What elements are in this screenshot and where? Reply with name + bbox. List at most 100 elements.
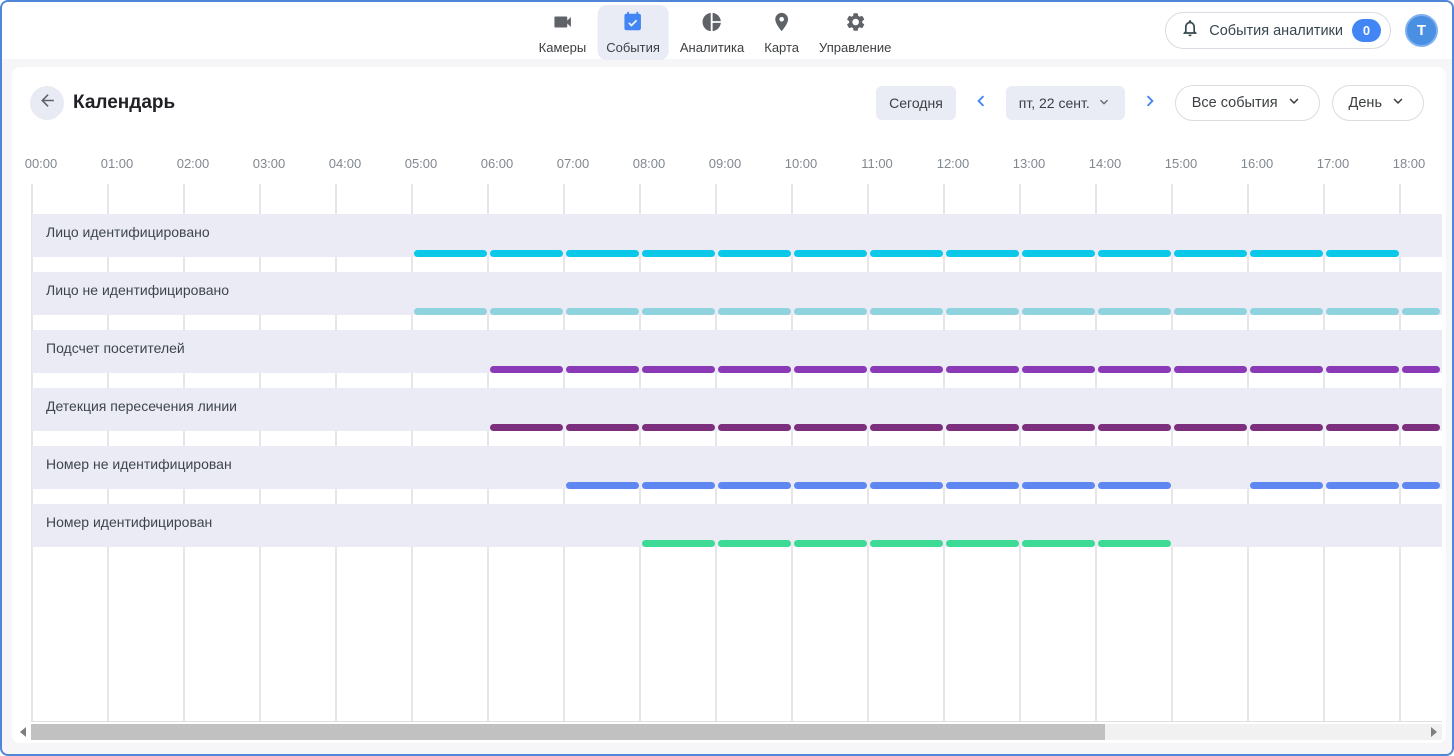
event-bar-segment[interactable] xyxy=(642,424,715,431)
prev-day-button[interactable] xyxy=(968,90,994,116)
event-bar-segment[interactable] xyxy=(1402,308,1441,315)
event-bar-segment[interactable] xyxy=(1174,250,1247,257)
event-bar-segment[interactable] xyxy=(718,250,791,257)
event-bar-segment[interactable] xyxy=(718,308,791,315)
event-bar-segment[interactable] xyxy=(1250,482,1323,489)
event-bar-segment[interactable] xyxy=(1174,424,1247,431)
nav-tab-label: Камеры xyxy=(539,40,587,55)
event-bar-segment[interactable] xyxy=(794,366,867,373)
event-bar-segment[interactable] xyxy=(718,366,791,373)
event-bar-segment[interactable] xyxy=(1326,366,1399,373)
horizontal-scrollbar-thumb[interactable] xyxy=(31,724,1105,740)
event-bar-segment[interactable] xyxy=(718,482,791,489)
nav-tab-map-pin[interactable]: Карта xyxy=(755,5,808,60)
event-bar-segment[interactable] xyxy=(794,250,867,257)
event-bar-segment[interactable] xyxy=(566,424,639,431)
event-bar-segment[interactable] xyxy=(794,308,867,315)
event-bar-segment[interactable] xyxy=(718,540,791,547)
event-bar-segment[interactable] xyxy=(1098,250,1171,257)
nav-tab-pie-chart[interactable]: Аналитика xyxy=(671,5,753,60)
event-bar-segment[interactable] xyxy=(1174,308,1247,315)
event-bar-segment[interactable] xyxy=(870,366,943,373)
event-bar-segment[interactable] xyxy=(642,308,715,315)
event-bar-segment[interactable] xyxy=(490,366,563,373)
event-bar-segment[interactable] xyxy=(1022,366,1095,373)
event-bar-segment[interactable] xyxy=(566,482,639,489)
nav-tab-label: Аналитика xyxy=(680,40,744,55)
user-avatar[interactable]: T xyxy=(1405,14,1438,47)
event-bar-segment[interactable] xyxy=(1402,482,1441,489)
nav-tab-label: События xyxy=(606,40,660,55)
event-filter-dropdown[interactable]: Все события xyxy=(1175,85,1320,121)
hour-tick-label: 12:00 xyxy=(937,156,970,171)
event-bar-segment[interactable] xyxy=(794,482,867,489)
event-bar-segment[interactable] xyxy=(946,482,1019,489)
nav-tab-calendar[interactable]: События xyxy=(597,5,669,60)
event-bar-segment[interactable] xyxy=(1098,540,1171,547)
calendar-controls: Сегодня пт, 22 сент. Все события xyxy=(876,80,1424,126)
event-bar-segment[interactable] xyxy=(1250,250,1323,257)
event-bar-segment[interactable] xyxy=(1250,424,1323,431)
event-bar-segment[interactable] xyxy=(490,250,563,257)
event-bar-segment[interactable] xyxy=(1022,540,1095,547)
event-bar-segment[interactable] xyxy=(870,482,943,489)
view-mode-dropdown[interactable]: День xyxy=(1332,85,1424,121)
event-bar-segment[interactable] xyxy=(1022,482,1095,489)
event-bar-segment[interactable] xyxy=(414,250,487,257)
hour-tick-label: 17:00 xyxy=(1317,156,1350,171)
hour-tick-label: 01:00 xyxy=(101,156,134,171)
event-bar-segment[interactable] xyxy=(946,250,1019,257)
event-bar-segment[interactable] xyxy=(414,308,487,315)
event-bar-segment[interactable] xyxy=(946,424,1019,431)
event-bar-segment[interactable] xyxy=(1098,366,1171,373)
event-bar-segment[interactable] xyxy=(566,250,639,257)
event-bar-segment[interactable] xyxy=(870,308,943,315)
event-bar-segment[interactable] xyxy=(870,540,943,547)
nav-tab-label: Карта xyxy=(764,40,799,55)
event-bar-segment[interactable] xyxy=(1174,366,1247,373)
event-bar-segment[interactable] xyxy=(870,424,943,431)
event-bar-segment[interactable] xyxy=(490,308,563,315)
event-bar-segment[interactable] xyxy=(1098,424,1171,431)
event-bar-segment[interactable] xyxy=(794,424,867,431)
next-day-button[interactable] xyxy=(1137,90,1163,116)
event-bar-segment[interactable] xyxy=(642,366,715,373)
event-bar-segment[interactable] xyxy=(1098,308,1171,315)
nav-tab-gear[interactable]: Управление xyxy=(810,5,900,60)
event-bar-segment[interactable] xyxy=(642,540,715,547)
hour-tick-label: 18:00 xyxy=(1393,156,1426,171)
event-bar-segment[interactable] xyxy=(566,308,639,315)
event-bar-segment[interactable] xyxy=(1250,366,1323,373)
event-bar-segment[interactable] xyxy=(1022,424,1095,431)
event-bar-segment[interactable] xyxy=(1326,250,1399,257)
back-button[interactable] xyxy=(30,86,64,120)
nav-tab-camera[interactable]: Камеры xyxy=(530,5,596,60)
event-bar-segment[interactable] xyxy=(1326,482,1399,489)
nav-tab-label: Управление xyxy=(819,40,891,55)
event-bar-segment[interactable] xyxy=(946,540,1019,547)
event-bar-segment[interactable] xyxy=(490,424,563,431)
event-bar-segment[interactable] xyxy=(1402,366,1441,373)
date-picker-button[interactable]: пт, 22 сент. xyxy=(1006,86,1125,120)
event-bar-segment[interactable] xyxy=(566,366,639,373)
event-bar-segment[interactable] xyxy=(1022,250,1095,257)
event-bar-segment[interactable] xyxy=(870,250,943,257)
event-bar-segment[interactable] xyxy=(1098,482,1171,489)
event-bar-segment[interactable] xyxy=(1402,424,1441,431)
analytics-events-button[interactable]: События аналитики 0 xyxy=(1165,12,1391,49)
scrollbar-right-arrow[interactable] xyxy=(1426,724,1441,740)
event-bar-segment[interactable] xyxy=(642,250,715,257)
event-bar-segment[interactable] xyxy=(1250,308,1323,315)
event-bar-segment[interactable] xyxy=(946,366,1019,373)
scrollbar-left-arrow[interactable] xyxy=(15,724,30,740)
event-bar-segment[interactable] xyxy=(794,540,867,547)
event-bar-segment[interactable] xyxy=(1326,424,1399,431)
event-bar-segment[interactable] xyxy=(946,308,1019,315)
event-bar-segment[interactable] xyxy=(1326,308,1399,315)
event-bar-segment[interactable] xyxy=(718,424,791,431)
today-button[interactable]: Сегодня xyxy=(876,86,956,120)
event-row-label: Номер не идентифицирован xyxy=(46,456,232,472)
page-title: Календарь xyxy=(73,92,175,114)
event-bar-segment[interactable] xyxy=(1022,308,1095,315)
event-bar-segment[interactable] xyxy=(642,482,715,489)
